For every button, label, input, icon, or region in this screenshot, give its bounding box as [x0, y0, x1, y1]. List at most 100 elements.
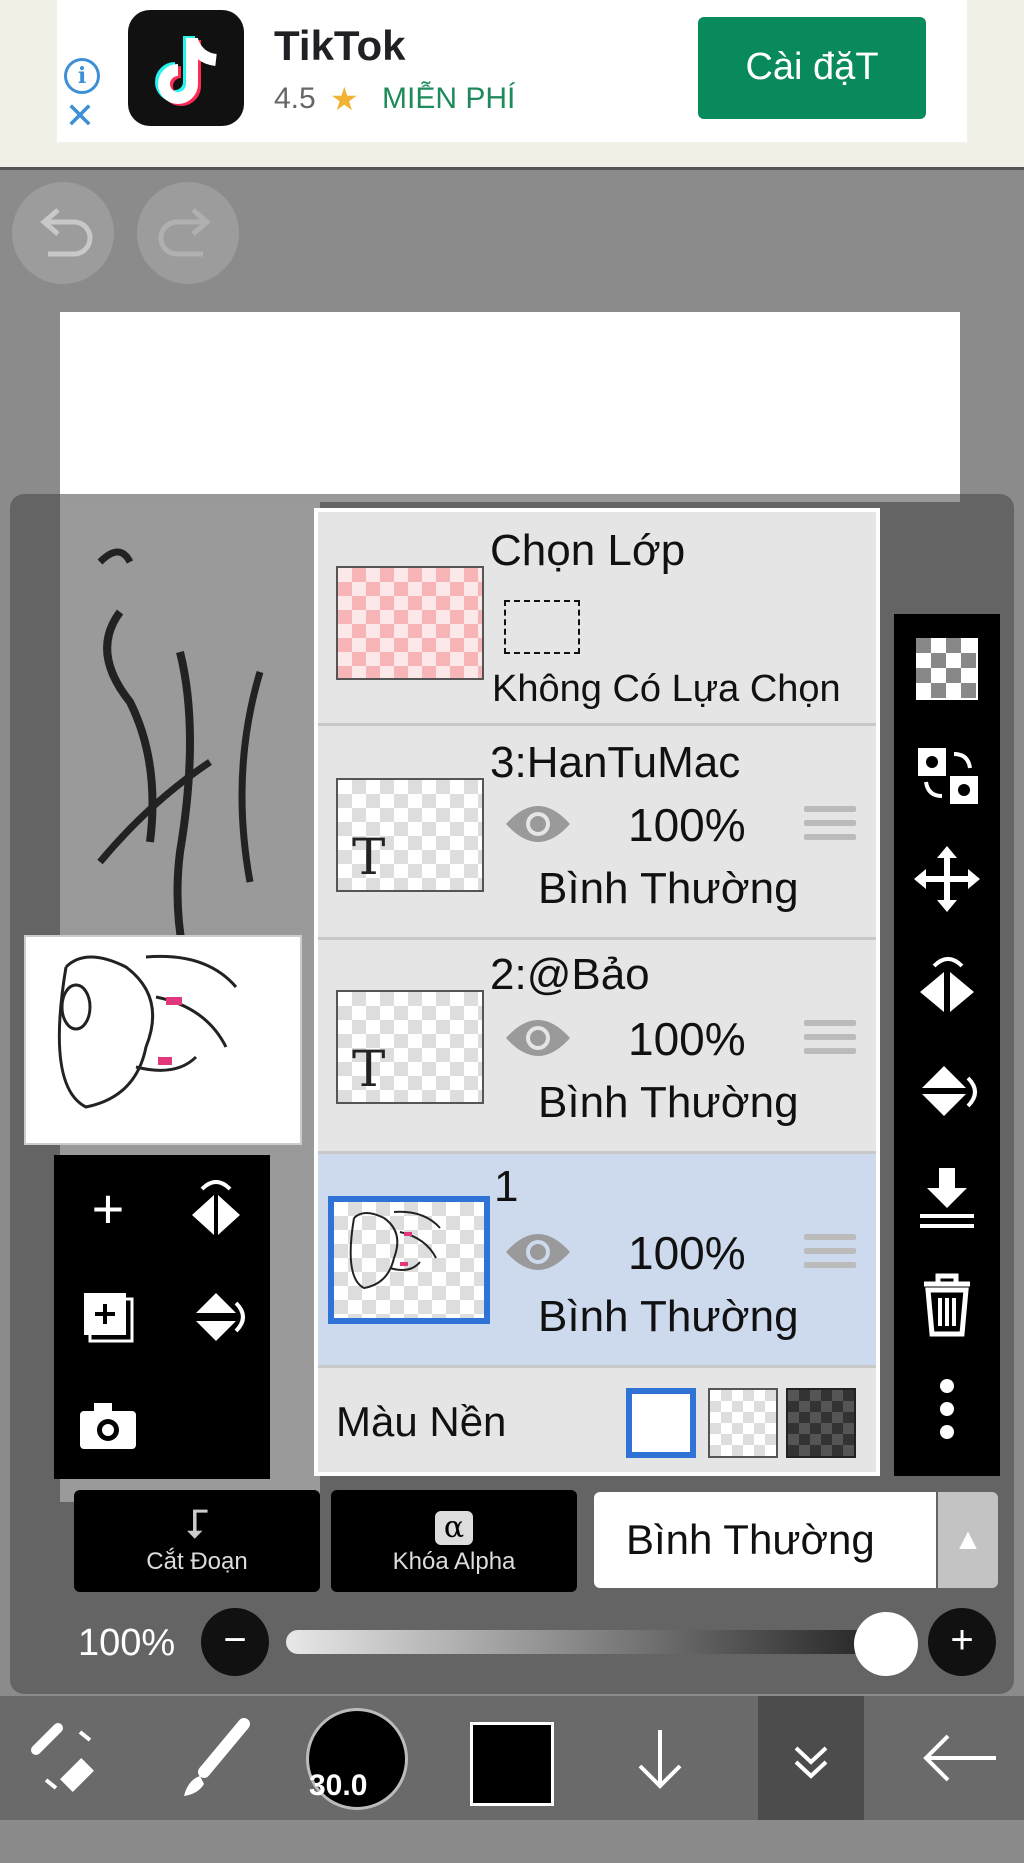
flip-vertical-button[interactable]	[162, 1263, 270, 1371]
flip-vertical-icon	[196, 1293, 245, 1341]
tool-switch-button[interactable]	[10, 1696, 120, 1820]
layer-opacity: 100%	[628, 1013, 746, 1065]
collapse-panel-button[interactable]	[758, 1696, 864, 1820]
layer-opacity: 100%	[628, 799, 746, 851]
add-layer-button[interactable]: +	[54, 1155, 162, 1263]
trash-icon	[924, 1273, 970, 1337]
color-picker-button[interactable]	[470, 1722, 554, 1806]
lock-icon: α	[331, 1500, 577, 1548]
layer-name: 2:@Bảo	[490, 950, 650, 999]
layer-row[interactable]: T 2:@Bảo 100% Bình Thường	[318, 940, 876, 1154]
swap-icon	[918, 748, 978, 804]
bg-swatch-transparent[interactable]	[708, 1388, 778, 1458]
delete-layer-button[interactable]	[894, 1250, 1000, 1356]
layer-blend-mode: Bình Thường	[538, 1292, 799, 1341]
visibility-eye-icon[interactable]	[504, 1230, 572, 1274]
drawing-canvas[interactable]	[60, 312, 960, 502]
move-icon	[914, 846, 980, 912]
layer-tools-left: +	[54, 1155, 270, 1479]
layer-down-button[interactable]	[610, 1696, 710, 1820]
text-layer-icon: T	[352, 1040, 386, 1098]
flip-layer-horizontal-button[interactable]	[894, 932, 1000, 1038]
layer-opacity: 100%	[628, 1227, 746, 1279]
flip-vertical-icon	[922, 1066, 977, 1116]
more-options-button[interactable]	[894, 1356, 1000, 1462]
bg-swatch-dark[interactable]	[786, 1388, 856, 1458]
navigator-preview[interactable]	[24, 935, 302, 1145]
undo-button[interactable]	[12, 182, 114, 284]
drag-handle-icon[interactable]	[804, 806, 856, 846]
star-icon: ★	[330, 81, 359, 117]
text-layer-icon: T	[352, 828, 386, 886]
flip-layer-vertical-button[interactable]	[894, 1038, 1000, 1144]
clip-arrow-icon: ⮦	[185, 1502, 209, 1546]
merge-down-button[interactable]	[894, 1144, 1000, 1250]
opacity-value: 100%	[78, 1622, 176, 1664]
layer-panel: Chọn Lớp Không Có Lựa Chọn T 3:HanTuMac …	[314, 508, 880, 1476]
drag-handle-icon[interactable]	[804, 1020, 856, 1060]
visibility-eye-icon[interactable]	[504, 1016, 572, 1060]
marquee-icon	[504, 600, 580, 654]
more-vertical-icon	[940, 1379, 954, 1439]
move-button[interactable]	[894, 826, 1000, 932]
brush-eraser-swap-icon	[31, 1723, 94, 1792]
layer-row-selected[interactable]: 1 100% Bình Thường	[318, 1154, 876, 1368]
arrow-down-icon	[638, 1730, 682, 1789]
layer-thumbnail	[328, 1196, 490, 1324]
layer-tools-right	[894, 614, 1000, 1476]
layer-row[interactable]: T 3:HanTuMac 100% Bình Thường	[318, 726, 876, 940]
redo-icon	[158, 208, 211, 257]
back-button[interactable]	[904, 1696, 1014, 1820]
clipping-button[interactable]: ⮦ Cắt Đoạn	[74, 1490, 320, 1592]
drag-handle-icon[interactable]	[804, 1234, 856, 1274]
double-chevron-down-icon	[794, 1746, 828, 1779]
duplicate-layer-button[interactable]	[54, 1263, 162, 1371]
layer-thumbnail: T	[336, 990, 484, 1104]
visibility-eye-icon[interactable]	[504, 802, 572, 846]
undo-icon	[40, 208, 93, 257]
selection-thumbnail	[336, 566, 484, 680]
ad-price: MIỄN PHÍ	[382, 82, 516, 115]
info-icon[interactable]: i	[64, 58, 100, 94]
opacity-slider[interactable]	[286, 1630, 886, 1654]
bg-swatch-white[interactable]	[626, 1388, 696, 1458]
flip-horizontal-icon	[192, 1180, 240, 1235]
brush-icon	[184, 1718, 250, 1796]
ad-install-button[interactable]: Cài đặT	[698, 17, 926, 119]
layer-name: 1	[494, 1162, 519, 1211]
redo-button[interactable]	[137, 182, 239, 284]
selection-layer-row[interactable]: Chọn Lớp Không Có Lựa Chọn	[318, 512, 876, 726]
tiktok-logo[interactable]	[128, 10, 244, 126]
layer-blend-mode: Bình Thường	[538, 864, 799, 913]
alpha-lock-button[interactable]: α Khóa Alpha	[331, 1490, 577, 1592]
blend-mode-select[interactable]: Bình Thường	[594, 1492, 936, 1588]
layer-name: 3:HanTuMac	[490, 738, 741, 787]
layer-thumbnail: T	[336, 778, 484, 892]
selection-status: Không Có Lựa Chọn	[492, 668, 841, 710]
layer-blend-mode: Bình Thường	[538, 1078, 799, 1127]
duplicate-icon	[84, 1293, 134, 1343]
camera-button[interactable]	[54, 1371, 162, 1479]
ad-banner[interactable]: i ✕ TikTok 4.5 ★ MIỄN PHÍ Cài đặT	[0, 0, 1024, 170]
swap-layer-button[interactable]	[894, 720, 1000, 826]
alpha-lock-label: Khóa Alpha	[392, 1548, 516, 1575]
ad-app-name[interactable]: TikTok	[274, 22, 405, 70]
arrow-left-icon	[923, 1734, 996, 1782]
selection-title: Chọn Lớp	[490, 526, 686, 575]
checkerboard-icon	[916, 638, 978, 700]
background-color-row: Màu Nền	[318, 1368, 876, 1476]
camera-icon	[80, 1403, 136, 1449]
clipping-label: Cắt Đoạn	[146, 1548, 248, 1575]
ad-rating: 4.5	[274, 82, 316, 115]
brush-tool-button[interactable]	[160, 1696, 260, 1820]
bottom-toolbar: 30.0	[0, 1696, 1024, 1820]
flip-horizontal-button[interactable]	[162, 1155, 270, 1263]
blend-mode-dropdown-icon[interactable]: ▲	[938, 1492, 998, 1588]
background-color-label: Màu Nền	[336, 1398, 507, 1445]
opacity-slider-handle[interactable]	[854, 1612, 918, 1676]
transparency-checker-button[interactable]	[894, 614, 1000, 720]
brush-size-button[interactable]: 30.0	[306, 1708, 408, 1810]
opacity-decrease-button[interactable]: −	[201, 1608, 269, 1676]
close-icon[interactable]: ✕	[62, 98, 98, 134]
opacity-increase-button[interactable]: +	[928, 1608, 996, 1676]
